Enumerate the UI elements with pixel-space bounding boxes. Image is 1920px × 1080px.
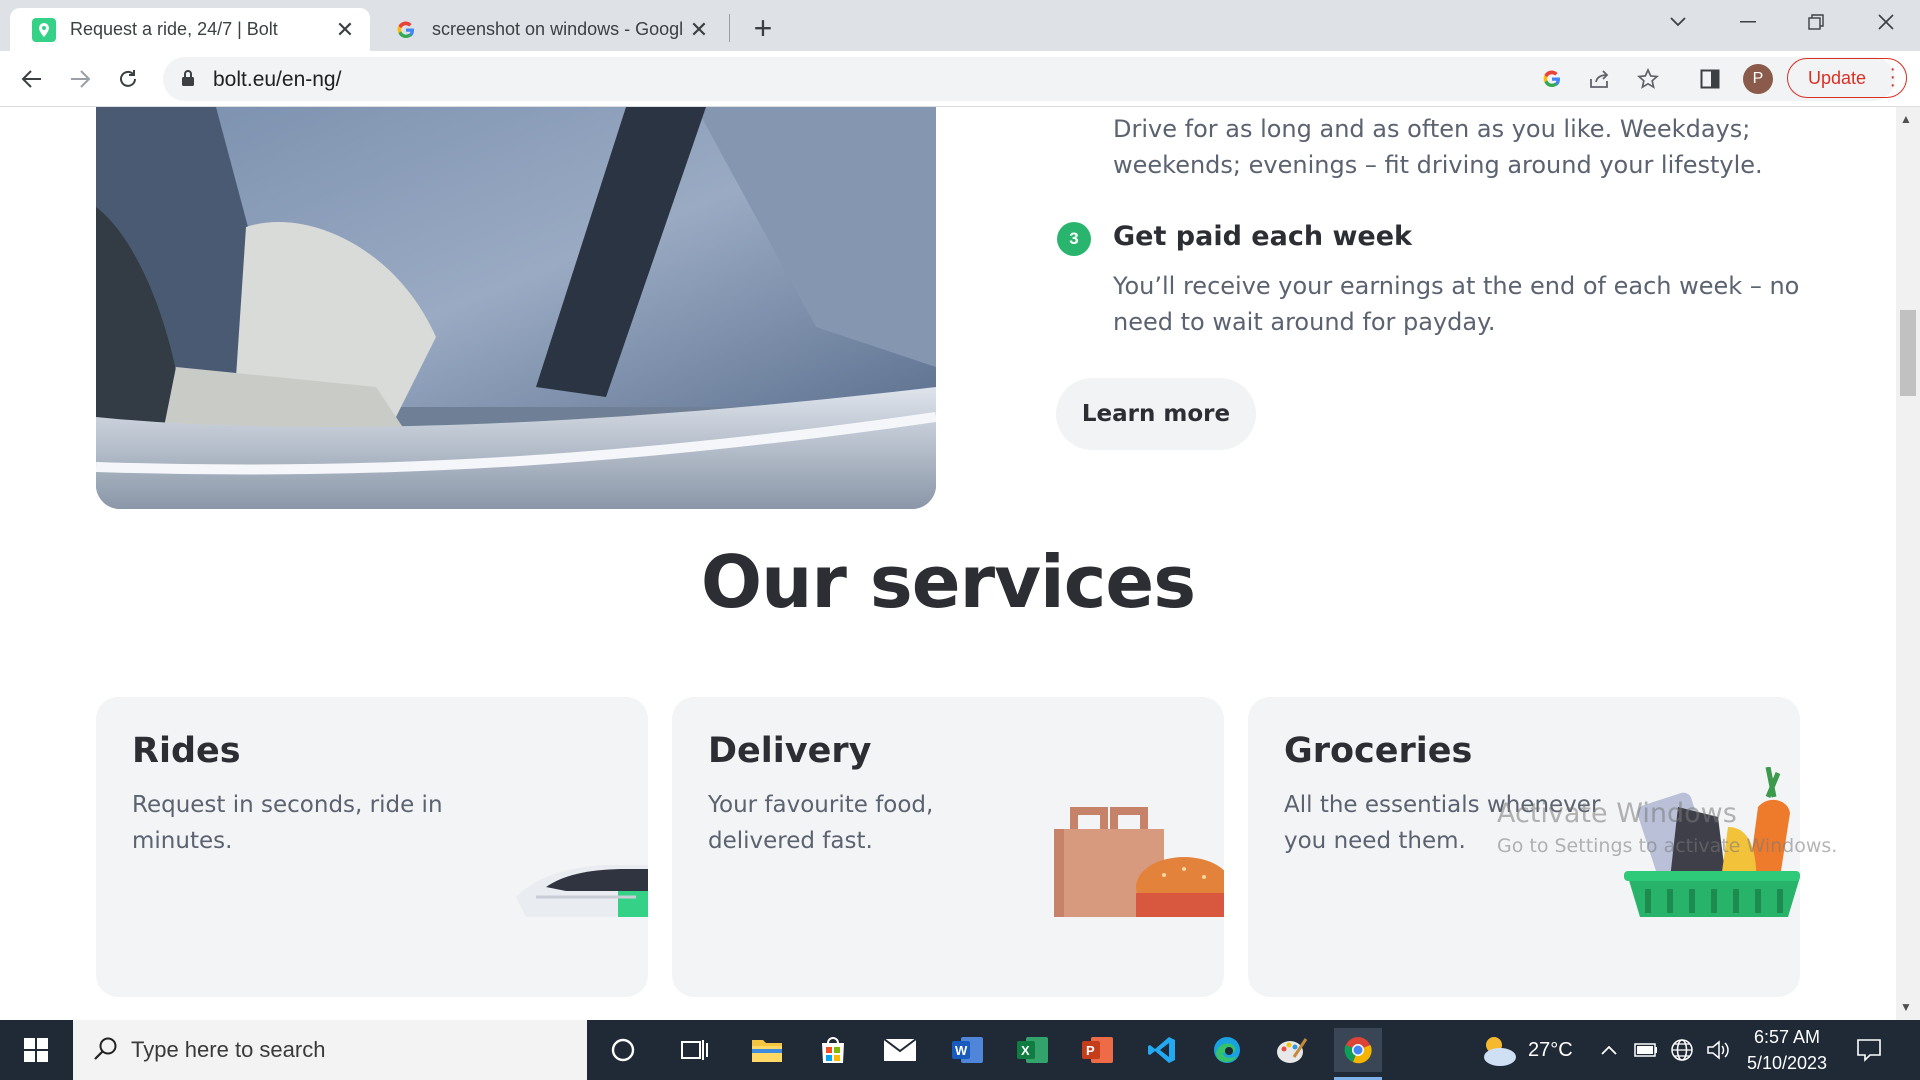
lock-icon[interactable]	[181, 69, 195, 92]
temperature: 27°C	[1528, 1038, 1573, 1061]
activate-windows-watermark: Activate Windows Go to Settings to activ…	[1497, 798, 1837, 857]
browser-toolbar: bolt.eu/en-ng/ P Update · · ·	[0, 51, 1920, 107]
volume-icon[interactable]	[1706, 1020, 1730, 1080]
paint-icon[interactable]	[1268, 1028, 1316, 1072]
page-viewport: Drive for as long and as often as you li…	[0, 107, 1896, 1020]
scroll-up-arrow-icon[interactable]: ▲	[1900, 112, 1912, 126]
weather-widget[interactable]: 27°C	[1478, 1020, 1573, 1080]
tab-title: screenshot on windows - Google	[432, 19, 684, 39]
cortana-icon[interactable]	[599, 1028, 647, 1072]
tab-divider	[729, 14, 730, 42]
minimize-button[interactable]	[1718, 0, 1778, 44]
bolt-favicon-icon	[32, 17, 56, 42]
svg-text:P: P	[1086, 1043, 1095, 1058]
word-icon[interactable]: W	[943, 1028, 991, 1072]
profile-avatar[interactable]: P	[1743, 64, 1773, 94]
network-globe-icon[interactable]	[1670, 1020, 1694, 1080]
windows-taskbar: Type here to search W X P 27°C 6:57 AM 5…	[0, 1020, 1920, 1080]
google-lens-icon[interactable]	[1539, 66, 1565, 92]
forward-button[interactable]	[62, 61, 98, 97]
svg-text:X: X	[1021, 1043, 1030, 1058]
windows-start-button[interactable]	[0, 1020, 72, 1080]
side-panel-icon[interactable]	[1694, 63, 1726, 95]
task-view-icon[interactable]	[671, 1028, 719, 1072]
search-icon	[93, 1036, 119, 1068]
clock-date: 5/10/2023	[1746, 1053, 1828, 1073]
clock-time: 6:57 AM	[1753, 1027, 1821, 1047]
chrome-taskbar-icon[interactable]	[1334, 1028, 1382, 1080]
update-button[interactable]: Update · · ·	[1787, 58, 1907, 98]
learn-more-button[interactable]: Learn more	[1056, 378, 1256, 450]
google-favicon-icon	[394, 18, 418, 42]
driver-hero-image	[96, 107, 936, 509]
vscode-icon[interactable]	[1138, 1028, 1186, 1072]
share-icon[interactable]	[1587, 66, 1613, 92]
watermark-line1: Activate Windows	[1497, 798, 1737, 829]
close-window-button[interactable]	[1856, 0, 1916, 44]
search-placeholder: Type here to search	[131, 1037, 326, 1062]
step3-text-line1: You’ll receive your earnings at the end …	[1113, 272, 1800, 300]
page-scrollbar[interactable]	[1896, 107, 1920, 1020]
mail-icon[interactable]	[876, 1028, 924, 1072]
url-text[interactable]: bolt.eu/en-ng/	[213, 68, 341, 92]
notifications-icon[interactable]	[1856, 1020, 1882, 1080]
watermark-line2: Go to Settings to activate Windows.	[1497, 835, 1838, 857]
restore-button[interactable]	[1786, 0, 1846, 44]
services-heading: Our services	[700, 540, 1196, 624]
edge-icon[interactable]	[1203, 1028, 1251, 1072]
tab-bolt[interactable]: Request a ride, 24/7 | Bolt ✕	[10, 8, 370, 51]
scroll-thumb[interactable]	[1900, 310, 1916, 396]
file-explorer-icon[interactable]	[743, 1028, 791, 1072]
address-bar[interactable]: bolt.eu/en-ng/	[163, 57, 1895, 101]
battery-icon[interactable]	[1634, 1020, 1658, 1080]
browser-tab-bar: Request a ride, 24/7 | Bolt ✕ screenshot…	[0, 0, 1920, 51]
svg-text:W: W	[955, 1043, 968, 1058]
show-hidden-icons-chevron-icon[interactable]	[1600, 1020, 1618, 1080]
service-card-rides[interactable]: Rides Request in seconds, ride in minute…	[96, 697, 648, 997]
tab-title: Request a ride, 24/7 | Bolt	[70, 19, 278, 39]
excel-icon[interactable]: X	[1008, 1028, 1056, 1072]
reload-button[interactable]	[110, 61, 146, 97]
tab-search-chevron-icon[interactable]	[1648, 0, 1708, 44]
step2-text-line1: Drive for as long and as often as you li…	[1113, 115, 1751, 143]
card-title: Rides	[132, 731, 241, 771]
step3-title: Get paid each week	[1113, 221, 1412, 252]
service-card-delivery[interactable]: Delivery Your favourite food, delivered …	[672, 697, 1224, 997]
update-label: Update	[1808, 67, 1867, 88]
card-title: Delivery	[708, 731, 872, 771]
close-tab-icon[interactable]: ✕	[330, 15, 360, 45]
step3-text-line2: need to wait around for payday.	[1113, 308, 1496, 336]
tab-google[interactable]: screenshot on windows - Google ✕	[372, 8, 724, 51]
card-description: Request in seconds, ride in minutes.	[132, 792, 443, 854]
food-bag-illustration	[1054, 807, 1224, 917]
scroll-down-arrow-icon[interactable]: ▼	[1900, 1000, 1912, 1014]
car-illustration	[516, 865, 648, 917]
partly-cloudy-icon	[1484, 1037, 1516, 1066]
back-button[interactable]	[14, 61, 50, 97]
step2-text-line2: weekends; evenings – fit driving around …	[1113, 151, 1763, 179]
card-title: Groceries	[1284, 731, 1473, 771]
microsoft-store-icon[interactable]	[809, 1028, 857, 1072]
close-tab-icon[interactable]: ✕	[684, 15, 714, 45]
system-clock[interactable]: 6:57 AM 5/10/2023	[1732, 1024, 1842, 1076]
new-tab-button[interactable]: +	[743, 10, 783, 46]
menu-kebab-icon[interactable]: · · ·	[1889, 59, 1896, 95]
windows-logo-icon	[24, 1038, 48, 1062]
card-description: Your favourite food, delivered fast.	[708, 792, 934, 854]
step3-badge: 3	[1057, 222, 1091, 256]
powerpoint-icon[interactable]: P	[1073, 1028, 1121, 1072]
bookmark-star-icon[interactable]	[1635, 66, 1661, 92]
taskbar-search-box[interactable]: Type here to search	[73, 1020, 587, 1080]
